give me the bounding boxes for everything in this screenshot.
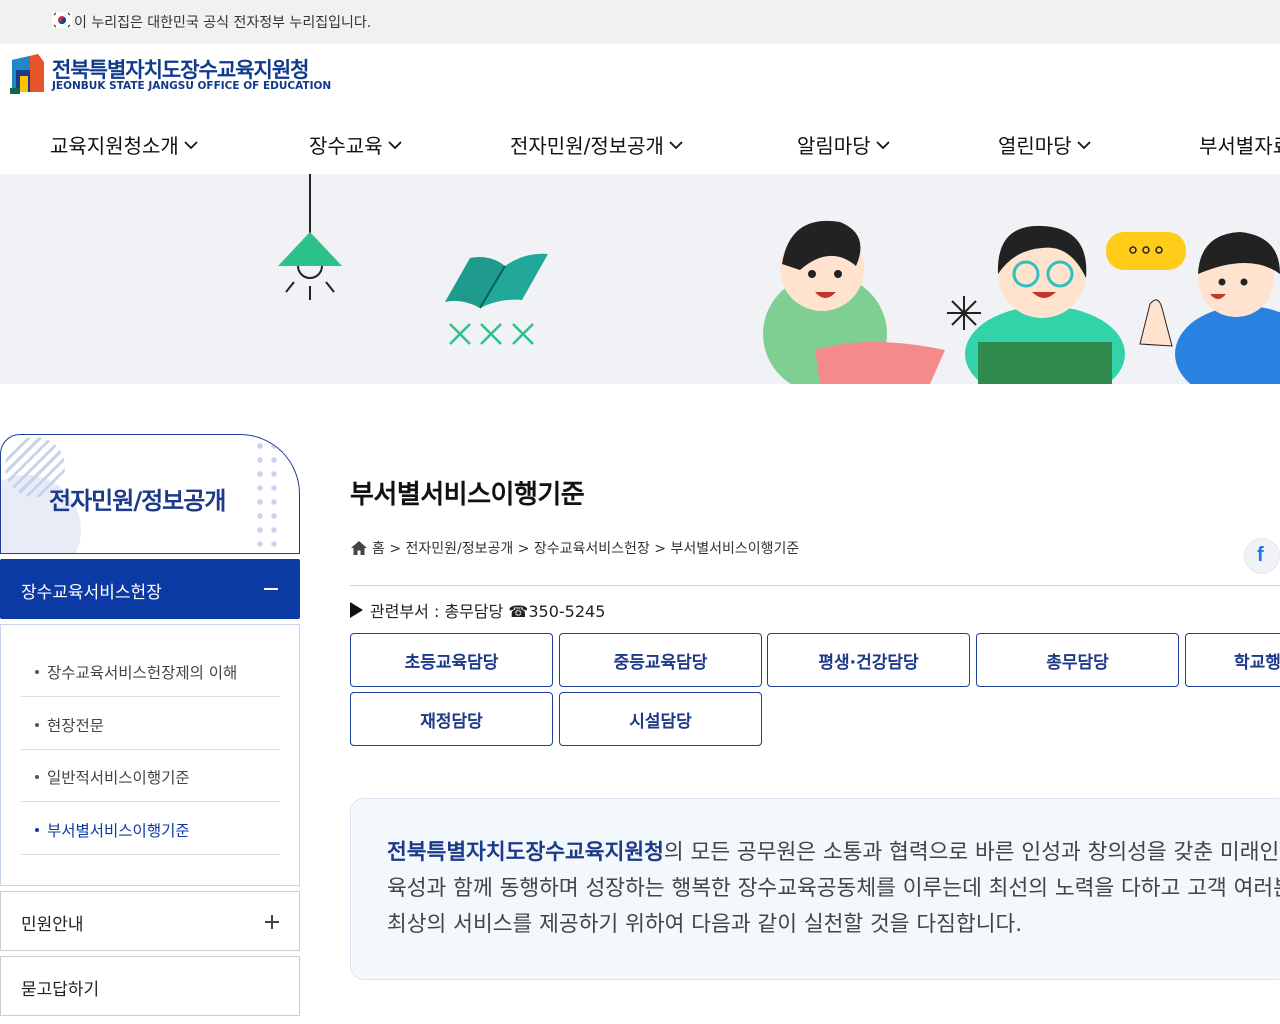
dept-tab-facilities[interactable]: 시설담당 (559, 692, 762, 746)
chevron-down-icon (387, 140, 402, 149)
page-title: 부서별서비스이행기준 (350, 480, 585, 510)
lnb-item-label: 장수교육서비스헌장 (21, 583, 162, 603)
hero-illustration (278, 174, 1280, 384)
bullet-icon (35, 670, 39, 674)
dept-tab-secondary[interactable]: 중등교육담당 (559, 633, 762, 687)
chevron-down-icon (875, 140, 890, 149)
lnb-submenu: 장수교육서비스헌장제의 이해 현장전문 일반적서비스이행기준 부서별서비스이행기… (0, 624, 300, 886)
lnb-sub-item[interactable]: 현장전문 (21, 698, 280, 750)
lnb-item-civil-guide[interactable]: 민원안내 (0, 891, 300, 951)
site-logo[interactable]: 전북특별자치도장수교육지원청 JEONBUK STATE JANGSU OFFI… (8, 52, 332, 98)
decorative-dots (253, 439, 283, 549)
breadcrumb-text[interactable]: 홈 > 전자민원/정보공개 > 장수교육서비스헌장 > 부서별서비스이행기준 (372, 538, 799, 558)
nav-item-civil-service[interactable]: 전자민원/정보공개 (510, 130, 684, 159)
nav-item-about[interactable]: 교육지원청소개 (50, 130, 199, 159)
gov-notice-bar: 이 누리집은 대한민국 공식 전자정부 누리집입니다. (0, 0, 1280, 44)
logo-mark-icon (10, 54, 44, 94)
main-navigation: 교육지원청소개 장수교육 전자민원/정보공개 알림마당 열린마당 부서별자료 (0, 118, 1280, 174)
lnb-title-box: 전자민원/정보공개 (0, 434, 300, 554)
divider (350, 585, 1280, 586)
nav-item-department-data[interactable]: 부서별자료 (1199, 130, 1280, 159)
dept-tab-school-admin[interactable]: 학교행정지원과 (1185, 633, 1280, 687)
lnb-item-qna[interactable]: 묻고답하기 (0, 956, 300, 1016)
facebook-icon: f (1257, 544, 1264, 566)
breadcrumb: 홈 > 전자민원/정보공개 > 장수교육서비스헌장 > 부서별서비스이행기준 (350, 538, 799, 558)
hero-banner (0, 174, 1280, 384)
related-department: 관련부서 : 총무담당 ☎350-5245 (350, 598, 605, 622)
nav-item-education[interactable]: 장수교육 (309, 130, 403, 159)
chevron-down-icon (669, 140, 683, 149)
org-name: 전북특별자치도장수교육지원청 (387, 840, 664, 865)
lnb-item-service-charter[interactable]: 장수교육서비스헌장 (0, 559, 300, 619)
facebook-share-button[interactable]: f (1244, 538, 1280, 574)
chevron-down-icon (1076, 140, 1091, 149)
charter-intro-box: 전북특별자치도장수교육지원청의 모든 공무원은 소통과 협력으로 바른 인성과 … (350, 798, 1280, 980)
logo-english-name: JEONBUK STATE JANGSU OFFICE OF EDUCATION (52, 80, 332, 92)
chevron-down-icon (184, 140, 198, 149)
nav-item-open-forum[interactable]: 열린마당 (998, 130, 1092, 159)
dept-tab-lifelong-health[interactable]: 평생·건강담당 (767, 633, 970, 687)
bullet-icon (35, 723, 39, 727)
charter-intro-text: 전북특별자치도장수교육지원청의 모든 공무원은 소통과 협력으로 바른 인성과 … (387, 840, 1280, 937)
lnb-sub-item-current[interactable]: 부서별서비스이행기준 (21, 803, 280, 855)
lnb-title: 전자민원/정보공개 (49, 487, 226, 515)
minus-icon (264, 588, 278, 590)
lnb-sub-item[interactable]: 장수교육서비스헌장제의 이해 (21, 645, 280, 697)
gov-notice-text: 이 누리집은 대한민국 공식 전자정부 누리집입니다. (74, 15, 372, 31)
lnb-sub-item[interactable]: 일반적서비스이행기준 (21, 750, 280, 802)
dept-tab-general-affairs[interactable]: 총무담당 (976, 633, 1179, 687)
bullet-icon (35, 775, 39, 779)
bullet-icon (35, 828, 39, 832)
korea-flag-icon (52, 12, 72, 28)
triangle-right-icon (350, 602, 363, 618)
nav-item-notices[interactable]: 알림마당 (797, 130, 891, 159)
dept-tab-finance[interactable]: 재정담당 (350, 692, 553, 746)
home-icon[interactable] (350, 540, 368, 556)
dept-tab-elementary[interactable]: 초등교육담당 (350, 633, 553, 687)
